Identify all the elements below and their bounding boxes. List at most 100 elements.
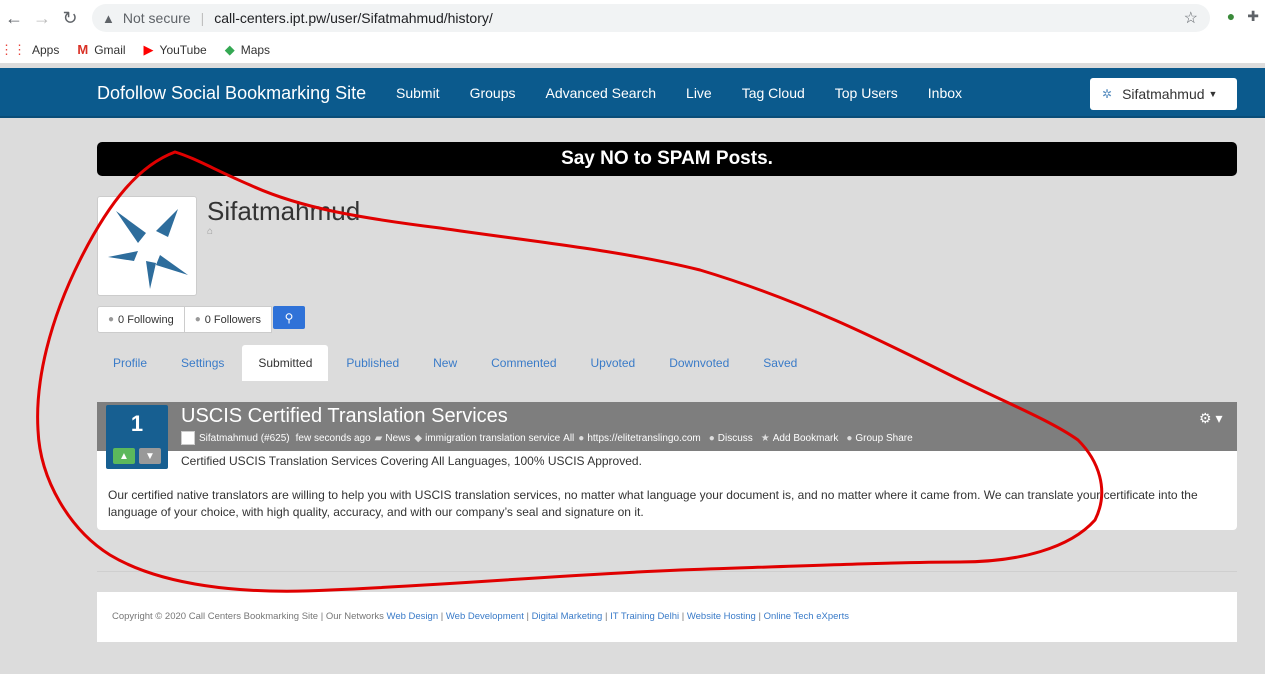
caret-down-icon: ▼ — [1208, 89, 1218, 99]
spam-warning-banner: Say NO to SPAM Posts. — [97, 142, 1237, 176]
profile-tabs: Profile Settings Submitted Published New… — [97, 345, 815, 381]
user-menu-label: Sifatmahmud — [1122, 86, 1205, 102]
nav-inbox[interactable]: Inbox — [928, 85, 962, 101]
folder-icon: ▰ — [374, 432, 383, 444]
home-icon[interactable]: ⌂ — [207, 226, 213, 237]
nav-tag-cloud[interactable]: Tag Cloud — [742, 85, 805, 101]
nav-live[interactable]: Live — [686, 85, 712, 101]
bookmark-label: Maps — [240, 42, 271, 57]
group-share-link[interactable]: Group Share — [855, 433, 912, 444]
person-icon: ● — [108, 314, 115, 325]
vote-count: 1 — [130, 411, 144, 436]
tab-published[interactable]: Published — [330, 345, 415, 381]
footer-separator: | — [526, 611, 529, 622]
extensions: ● ✚ — [1227, 8, 1259, 25]
warning-icon: ▲ — [102, 10, 115, 26]
bookmark-youtube[interactable]: ▶ YouTube — [144, 42, 207, 58]
following-label: 0 Following — [118, 313, 174, 326]
nav-links: Submit Groups Advanced Search Live Tag C… — [396, 85, 992, 101]
story-summary: Certified USCIS Translation Services Cov… — [181, 454, 642, 468]
divider — [97, 571, 1237, 572]
story-title[interactable]: USCIS Certified Translation Services — [181, 405, 508, 428]
gear-icon[interactable]: ⚙ ▾ — [1199, 410, 1222, 427]
bookmark-star-icon[interactable]: ☆ — [1184, 8, 1198, 28]
site-brand[interactable]: Dofollow Social Bookmarking Site — [97, 83, 366, 104]
bookmarks-bar: ⋮⋮ Apps M Gmail ▶ YouTube ◆ Maps — [0, 36, 1265, 64]
profile-name: Sifatmahmud — [207, 196, 361, 226]
following-button[interactable]: ● 0 Following — [97, 306, 185, 333]
story-group[interactable]: All — [563, 433, 574, 444]
footer-copyright: Copyright © 2020 Call Centers Bookmarkin… — [112, 611, 384, 622]
tab-upvoted[interactable]: Upvoted — [575, 345, 652, 381]
thumbs-down-icon[interactable]: ▼ — [139, 448, 161, 464]
story-author[interactable]: Sifatmahmud (#625) — [199, 433, 290, 444]
follow-buttons: ● 0 Following ● 0 Followers ⚲ — [97, 306, 305, 333]
extension-puzzle-icon[interactable]: ✚ — [1247, 8, 1259, 25]
footer-separator: | — [440, 611, 444, 622]
address-bar[interactable]: ▲ Not secure | call-centers.ipt.pw/user/… — [92, 4, 1210, 32]
footer-link-online-tech[interactable]: Online Tech eXperts — [764, 611, 849, 622]
story-time: few seconds ago — [295, 432, 371, 444]
tab-commented[interactable]: Commented — [475, 345, 572, 381]
story-category[interactable]: News — [385, 433, 410, 444]
browser-toolbar: ← → ↻ ▲ Not secure | call-centers.ipt.pw… — [0, 0, 1265, 36]
footer-link-web-development[interactable]: Web Development — [446, 611, 524, 622]
footer-separator: | — [681, 611, 685, 622]
footer-link-it-training[interactable]: IT Training Delhi — [610, 611, 679, 622]
user-avatar-icon: ✲ — [1102, 87, 1113, 101]
thumbs-up-icon[interactable]: ▲ — [113, 448, 135, 464]
gmail-icon: M — [77, 42, 89, 57]
nav-advanced-search[interactable]: Advanced Search — [546, 85, 657, 101]
people-icon: ● — [194, 314, 201, 325]
bookmark-maps[interactable]: ◆ Maps — [225, 42, 270, 58]
maps-icon: ◆ — [224, 41, 235, 57]
globe-icon: ● — [578, 432, 585, 444]
tab-settings[interactable]: Settings — [165, 345, 240, 381]
followers-button[interactable]: ● 0 Followers — [184, 306, 272, 333]
story-link[interactable]: https://elitetranslingo.com — [587, 433, 700, 444]
star-logo-icon — [108, 209, 188, 289]
security-label: Not secure — [122, 10, 191, 26]
tab-submitted[interactable]: Submitted — [242, 345, 329, 381]
add-bookmark-link[interactable]: Add Bookmark — [773, 433, 839, 444]
nav-groups[interactable]: Groups — [470, 85, 516, 101]
nav-submit[interactable]: Submit — [396, 85, 440, 101]
reload-icon[interactable]: ↻ — [56, 4, 84, 32]
author-avatar — [181, 431, 195, 445]
profile-avatar — [97, 196, 197, 296]
footer-link-web-design[interactable]: Web Design — [387, 611, 439, 622]
story-meta: Sifatmahmud (#625) few seconds ago ▰ New… — [181, 431, 913, 445]
footer-link-digital-marketing[interactable]: Digital Marketing — [532, 611, 603, 622]
back-arrow-icon[interactable]: ← — [0, 4, 28, 32]
user-menu-button[interactable]: ✲ Sifatmahmud ▼ — [1090, 78, 1237, 110]
story-tags[interactable]: immigration translation service — [425, 433, 560, 444]
search-button[interactable]: ⚲ — [272, 306, 305, 329]
nav-top-users[interactable]: Top Users — [835, 85, 898, 101]
tab-new[interactable]: New — [417, 345, 473, 381]
forward-arrow-icon[interactable]: → — [28, 4, 56, 32]
footer-separator: | — [758, 611, 761, 622]
search-icon: ⚲ — [284, 310, 294, 325]
site-navbar: Dofollow Social Bookmarking Site Submit … — [0, 68, 1265, 118]
footer-text: Copyright © 2020 Call Centers Bookmarkin… — [112, 611, 849, 622]
footer-separator: | — [604, 611, 608, 622]
extension-globe-icon[interactable]: ● — [1227, 8, 1235, 25]
discuss-link[interactable]: Discuss — [718, 433, 753, 444]
followers-label: 0 Followers — [204, 313, 261, 326]
comment-icon: ● — [708, 432, 715, 444]
star-icon: ★ — [760, 432, 770, 444]
group-icon: ● — [846, 432, 853, 444]
tag-icon: ◆ — [414, 432, 423, 444]
bookmark-gmail[interactable]: M Gmail — [77, 42, 125, 57]
tab-profile[interactable]: Profile — [97, 345, 163, 381]
address-divider: | — [200, 10, 205, 26]
story-description: Our certified native translators are wil… — [108, 488, 1198, 519]
tab-downvoted[interactable]: Downvoted — [653, 345, 745, 381]
bookmark-apps[interactable]: ⋮⋮ Apps — [0, 42, 59, 58]
tab-saved[interactable]: Saved — [747, 345, 813, 381]
bookmark-label: Gmail — [94, 42, 126, 57]
footer-link-website-hosting[interactable]: Website Hosting — [687, 611, 756, 622]
apps-grid-icon: ⋮⋮ — [0, 41, 26, 57]
bookmark-label: Apps — [32, 42, 60, 57]
vote-box: 1 ▲ ▼ — [106, 405, 168, 469]
